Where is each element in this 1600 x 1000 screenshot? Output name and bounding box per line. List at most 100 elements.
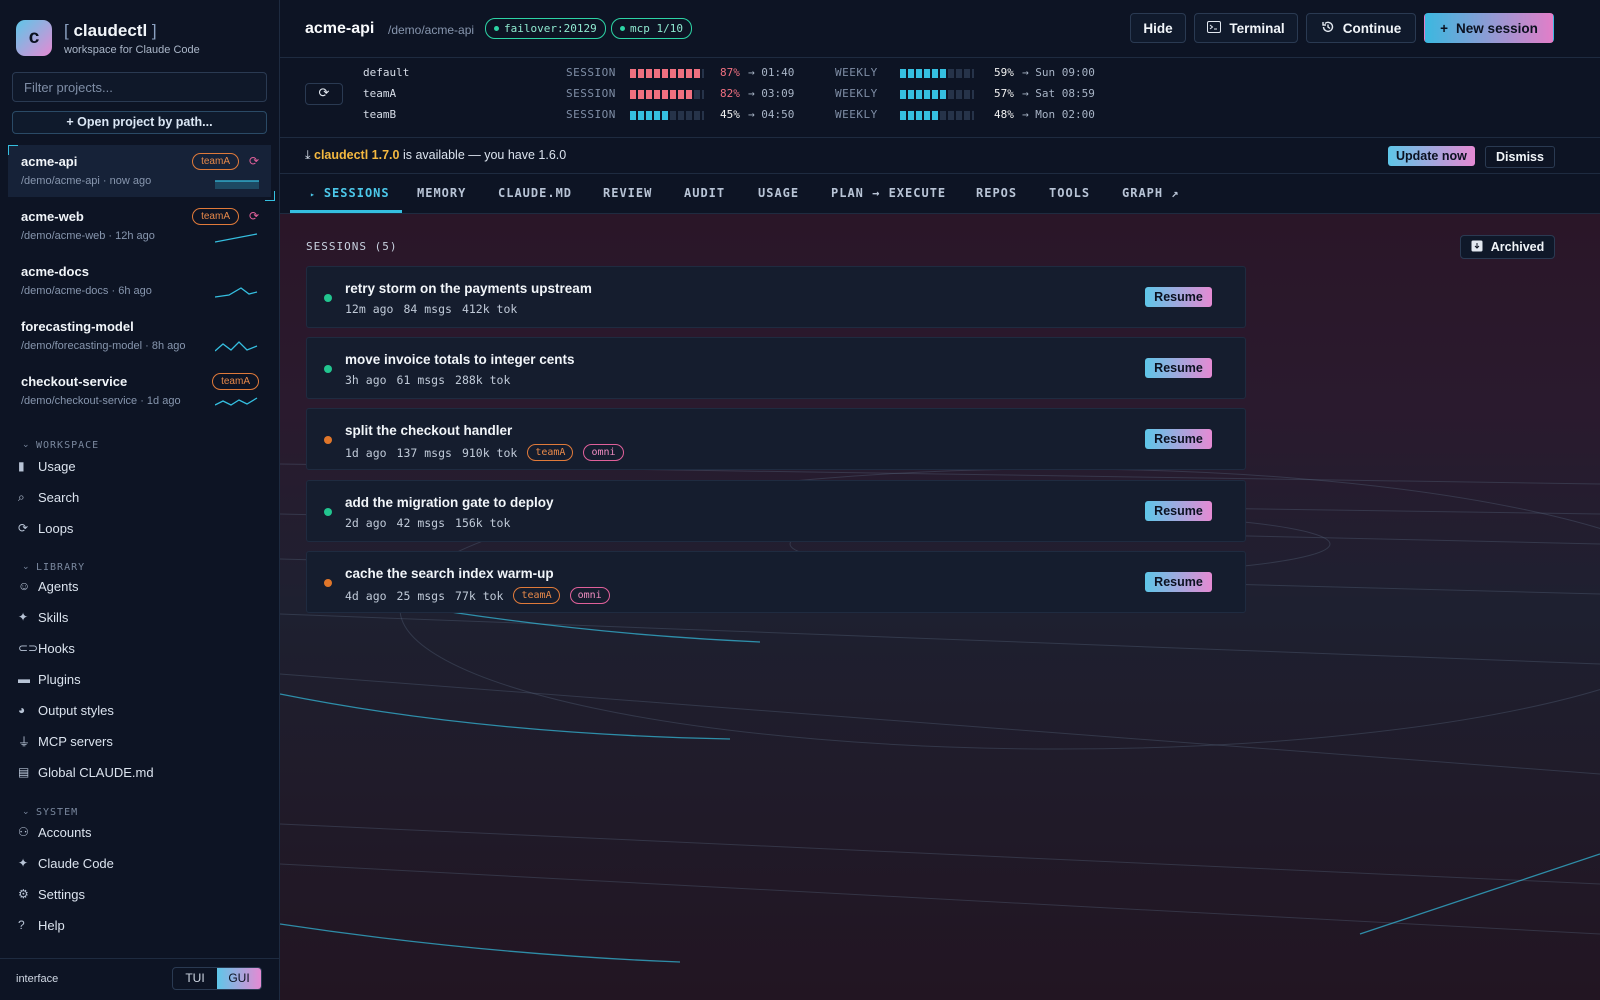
people-icon: ⚇ bbox=[18, 825, 29, 839]
meter-segment bbox=[638, 111, 644, 120]
sparkle-icon: ✦ bbox=[18, 610, 29, 624]
session-card[interactable]: add the migration gate to deploy 2d ago 42… bbox=[306, 480, 1246, 542]
session-card[interactable]: cache the search index warm-up 4d ago 25 m… bbox=[306, 551, 1246, 613]
sidebar-item-plugins[interactable]: ▬ Plugins bbox=[18, 667, 81, 691]
meter-segment bbox=[678, 90, 684, 99]
meter-segment bbox=[948, 111, 954, 120]
sidebar-item-loops[interactable]: ⟳ Loops bbox=[18, 516, 73, 540]
resume-button[interactable]: Resume bbox=[1145, 572, 1212, 592]
tab-tools[interactable]: TOOLS bbox=[1049, 186, 1090, 200]
tab-memory[interactable]: MEMORY bbox=[417, 186, 466, 200]
sidebar-item-skills[interactable]: ✦ Skills bbox=[18, 605, 68, 629]
session-tag: omni bbox=[569, 587, 610, 604]
tab-claude-md[interactable]: CLAUDE.MD bbox=[498, 186, 572, 200]
weekly-reset: → Sun 09:00 bbox=[1022, 66, 1095, 79]
interface-gui-option[interactable]: GUI bbox=[217, 968, 261, 989]
session-msgs: 137 msgs bbox=[396, 445, 452, 460]
session-tag: omni bbox=[583, 444, 624, 461]
chevron-down-icon[interactable]: ⌄ bbox=[22, 806, 30, 817]
session-msgs: 25 msgs bbox=[396, 588, 446, 603]
chevron-down-icon[interactable]: ⌄ bbox=[22, 561, 30, 572]
open-project-button[interactable]: + Open project by path... bbox=[12, 111, 267, 134]
meter-segment bbox=[654, 69, 660, 78]
session-meta: 3h ago 61 msgs 288k tok bbox=[345, 373, 510, 387]
resume-button[interactable]: Resume bbox=[1145, 501, 1212, 521]
meter-segment bbox=[956, 69, 962, 78]
activity-sparkline bbox=[214, 228, 259, 247]
interface-tui-option[interactable]: TUI bbox=[173, 968, 217, 989]
sidebar-item-global-claude-md[interactable]: ▤ Global CLAUDE.md bbox=[18, 760, 154, 784]
session-card[interactable]: split the checkout handler 1d ago 137 msgs… bbox=[306, 408, 1246, 470]
usage-row-teamA: teamA SESSION 82% → 03:09 WEEKLY 57% → Sat 08:… bbox=[280, 87, 1600, 105]
tab-label: REVIEW bbox=[603, 186, 653, 200]
weekly-meter bbox=[900, 90, 974, 99]
session-meta: 2d ago 42 msgs 156k tok bbox=[345, 516, 510, 530]
sidebar-item-label: Loops bbox=[38, 520, 74, 536]
project-item-acme-web[interactable]: acme-web/demo/acme-web · 12h ago teamA ⟳ bbox=[8, 200, 271, 252]
meter-segment bbox=[908, 69, 914, 78]
project-item-checkout-service[interactable]: checkout-service/demo/checkout-service ·… bbox=[8, 365, 271, 417]
tab-bar: ▸ SESSIONS MEMORY CLAUDE.MD REVIEW AUDIT USAGE… bbox=[280, 174, 1600, 214]
archived-button[interactable]: Archived bbox=[1460, 235, 1555, 259]
app-title: [ claudectl ] bbox=[64, 20, 157, 40]
meter-segment bbox=[964, 69, 970, 78]
session-card[interactable]: move invoice totals to integer cents 3h a… bbox=[306, 337, 1246, 399]
download-icon: ⤓ bbox=[305, 148, 314, 162]
sidebar-item-label: Accounts bbox=[38, 824, 92, 840]
tab-repos[interactable]: REPOS bbox=[976, 186, 1017, 200]
sidebar-item-search[interactable]: ⌕ Search bbox=[18, 485, 79, 509]
sidebar-item-help[interactable]: ? Help bbox=[18, 913, 65, 937]
tab-review[interactable]: REVIEW bbox=[603, 186, 652, 200]
project-item-forecasting-model[interactable]: forecasting-model/demo/forecasting-model… bbox=[8, 310, 271, 362]
meter-segment bbox=[972, 69, 974, 78]
meter-segment bbox=[924, 90, 930, 99]
sidebar-item-output-styles[interactable]: ◕ Output styles bbox=[18, 698, 114, 722]
terminal-button[interactable]: Terminal bbox=[1194, 13, 1298, 43]
app-logo: c bbox=[16, 20, 52, 56]
meter-segment bbox=[932, 90, 938, 99]
dismiss-button[interactable]: Dismiss bbox=[1485, 146, 1555, 168]
session-title: add the migration gate to deploy bbox=[345, 495, 554, 510]
brand: c [ claudectl ] workspace for Claude Cod… bbox=[16, 20, 200, 56]
project-item-acme-api[interactable]: acme-api/demo/acme-api · now ago teamA ⟳ bbox=[8, 145, 275, 201]
sidebar-item-claude-code[interactable]: ✦ Claude Code bbox=[18, 851, 114, 875]
hide-button[interactable]: Hide bbox=[1130, 13, 1186, 43]
session-tokens: 77k tok bbox=[455, 588, 504, 603]
sidebar-item-usage[interactable]: ▮ Usage bbox=[18, 454, 76, 478]
sidebar-item-accounts[interactable]: ⚇ Accounts bbox=[18, 820, 91, 844]
meter-segment bbox=[686, 111, 692, 120]
resume-button[interactable]: Resume bbox=[1145, 358, 1212, 378]
bar-chart-icon: ▮ bbox=[18, 459, 25, 473]
meter-segment bbox=[694, 111, 700, 120]
refresh-icon[interactable]: ⟳ bbox=[249, 154, 259, 168]
refresh-icon[interactable]: ⟳ bbox=[249, 209, 259, 223]
resume-button[interactable]: Resume bbox=[1145, 429, 1212, 449]
session-title: split the checkout handler bbox=[345, 423, 513, 438]
continue-button[interactable]: Continue bbox=[1306, 13, 1416, 43]
sidebar-item-hooks[interactable]: ⊂⊃ Hooks bbox=[18, 636, 75, 660]
meter-segment bbox=[900, 69, 906, 78]
sidebar-item-label: Global CLAUDE.md bbox=[38, 764, 154, 780]
session-card[interactable]: retry storm on the payments upstream 12m … bbox=[306, 266, 1246, 328]
sidebar-item-mcp-servers[interactable]: ⏚ MCP servers bbox=[18, 729, 113, 753]
meter-segment bbox=[900, 90, 906, 99]
session-age: 12m ago bbox=[345, 302, 394, 316]
sidebar-item-agents[interactable]: ☺ Agents bbox=[18, 574, 78, 598]
tab-plan-execute[interactable]: PLAN → EXECUTE bbox=[831, 186, 946, 200]
status-dot bbox=[324, 436, 332, 444]
tab-graph[interactable]: GRAPH ↗ bbox=[1122, 186, 1179, 200]
session-age: 1d ago bbox=[345, 445, 387, 460]
filter-projects-input[interactable] bbox=[12, 72, 267, 102]
update-now-button[interactable]: Update now bbox=[1388, 146, 1475, 166]
tab-usage[interactable]: USAGE bbox=[758, 186, 799, 200]
weekly-label: WEEKLY bbox=[835, 108, 878, 121]
project-tag: teamA bbox=[212, 373, 259, 390]
tab-audit[interactable]: AUDIT bbox=[684, 186, 725, 200]
chevron-down-icon[interactable]: ⌄ bbox=[22, 439, 30, 450]
sidebar-item-settings[interactable]: ⚙ Settings bbox=[18, 882, 85, 906]
project-item-acme-docs[interactable]: acme-docs/demo/acme-docs · 6h ago bbox=[8, 255, 271, 307]
weekly-meter bbox=[900, 111, 974, 120]
tab-sessions[interactable]: ▸ SESSIONS bbox=[310, 186, 390, 200]
resume-button[interactable]: Resume bbox=[1145, 287, 1212, 307]
new-session-button[interactable]: + New session bbox=[1424, 13, 1554, 43]
